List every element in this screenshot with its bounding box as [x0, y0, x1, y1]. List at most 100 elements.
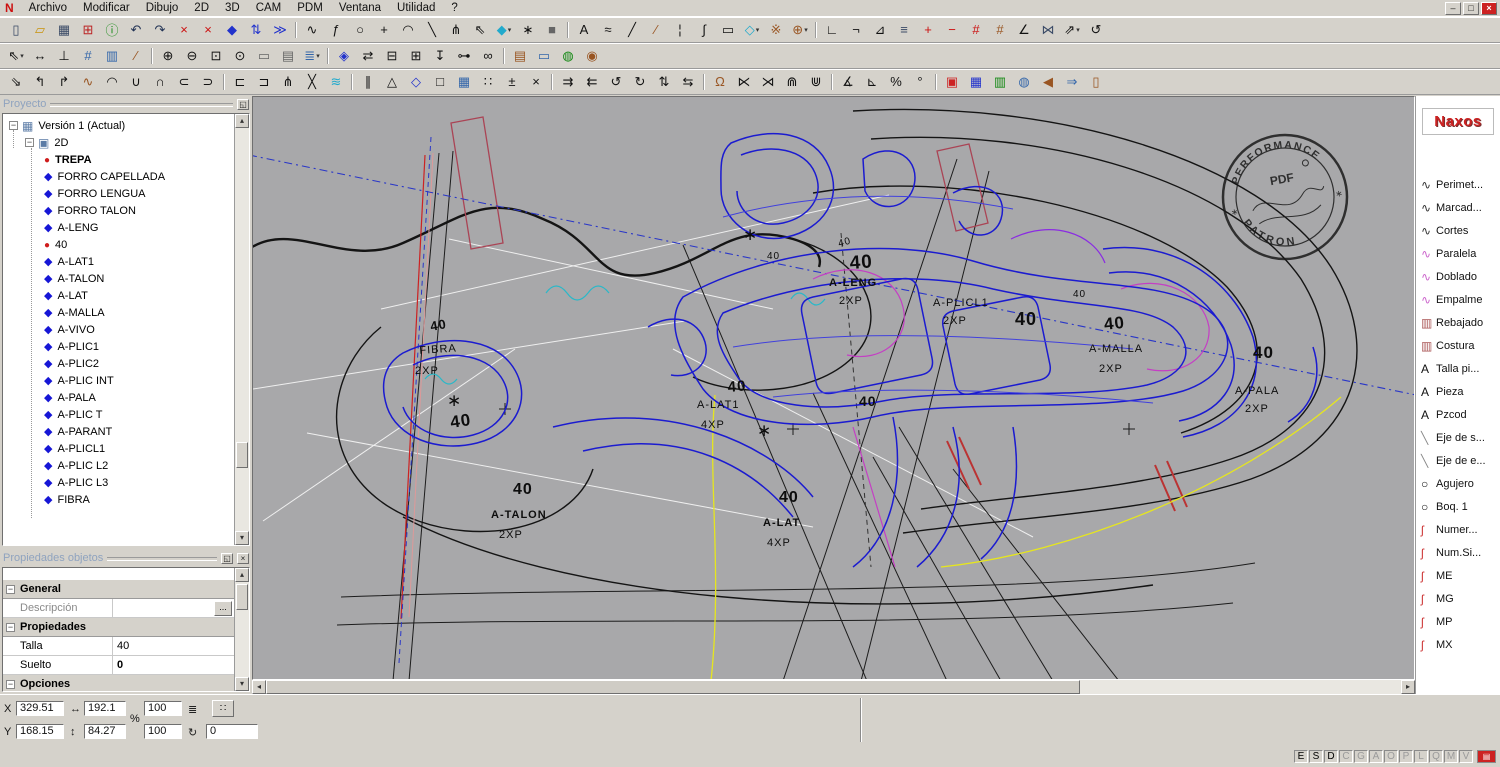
mode-toggle[interactable]: P	[1399, 750, 1413, 763]
reset-button[interactable]: ↺▾	[1084, 19, 1108, 41]
tree-item[interactable]: − FORRO TALON	[7, 202, 249, 219]
divide-button[interactable]: ⋓▾	[804, 71, 828, 93]
del-node-button[interactable]: −▾	[940, 19, 964, 41]
vertical-button[interactable]: ⇅▾	[652, 71, 676, 93]
dia-button[interactable]: ◇▾	[404, 71, 428, 93]
tree-item[interactable]: − A-PLIC L2	[7, 457, 249, 474]
play-button[interactable]: ◀▾	[1036, 71, 1060, 93]
rotate-right-button[interactable]: ↻▾	[628, 71, 652, 93]
grid-button[interactable]: ▦▾	[452, 71, 476, 93]
text-tool[interactable]: A▾	[572, 19, 596, 41]
toolbar-separator[interactable]: ▾	[220, 71, 228, 93]
corner2-tool[interactable]: ¬▾	[844, 19, 868, 41]
tool-item[interactable]: ▥ Rebajado	[1416, 311, 1500, 334]
delete-button[interactable]: ×▾	[196, 19, 220, 41]
angle-button[interactable]: ∠▾	[1012, 19, 1036, 41]
ruler-button[interactable]: ▭▾	[252, 45, 276, 67]
tool-item[interactable]: A Pzcod	[1416, 403, 1500, 426]
tree-item[interactable]: − FORRO LENGUA	[7, 185, 249, 202]
close-button[interactable]: ×	[1481, 1, 1497, 15]
tree-item[interactable]: − A-VIVO	[7, 321, 249, 338]
bracket-button[interactable]: ⊏▾	[228, 71, 252, 93]
join-left-button[interactable]: ⋉▾	[732, 71, 756, 93]
zoom-y-field[interactable]: 100	[144, 724, 182, 739]
rhombus-tool[interactable]: ◇ ▾	[740, 19, 764, 41]
toolbar-separator[interactable]: ▾	[812, 19, 820, 41]
grid-settings-button[interactable]: ∷	[212, 700, 234, 717]
mode-toggle[interactable]: S	[1309, 750, 1323, 763]
menu-item[interactable]: 3D	[217, 1, 248, 15]
tool-item[interactable]: ʃ ME	[1416, 564, 1500, 587]
jump-button[interactable]: ⇗ ▾	[1060, 19, 1084, 41]
mode-toggle[interactable]: E	[1294, 750, 1308, 763]
cross-button[interactable]: ╳▾	[300, 71, 324, 93]
toolbar-separator[interactable]: ▾	[324, 45, 332, 67]
forward-button[interactable]: ⇒▾	[1060, 71, 1084, 93]
tree-item[interactable]: − FORRO CAPELLADA	[7, 168, 249, 185]
property-row[interactable]: − General	[3, 580, 234, 599]
float-panel-icon[interactable]: ◱	[237, 98, 249, 110]
arc2-button[interactable]: ◠▾	[100, 71, 124, 93]
union-button[interactable]: ∪▾	[124, 71, 148, 93]
line-tool[interactable]: ╲▾	[420, 19, 444, 41]
menu-item[interactable]: Modificar	[75, 1, 138, 15]
database-button[interactable]: ⊞▾	[76, 19, 100, 41]
ripple-button[interactable]: ≋▾	[324, 71, 348, 93]
perp-button[interactable]: ⊥▾	[52, 45, 76, 67]
secure-button[interactable]: ◉▾	[580, 45, 604, 67]
properties-scrollbar[interactable]: ▴ ▾	[234, 568, 249, 691]
mode-toggle[interactable]: C	[1339, 750, 1353, 763]
globe-button[interactable]: ◍▾	[556, 45, 580, 67]
cut-button[interactable]: ×▾	[172, 19, 196, 41]
piece-tool[interactable]: ◆ ▾	[492, 19, 516, 41]
tree-item[interactable]: − A-LENG	[7, 219, 249, 236]
toolbar-separator[interactable]: ▾	[500, 45, 508, 67]
target-tool[interactable]: ⊕ ▾	[788, 19, 812, 41]
tree-item[interactable]: − A-PLIC L3	[7, 474, 249, 491]
exchange-button[interactable]: ⇄▾	[356, 45, 380, 67]
collapse-icon[interactable]: −	[25, 138, 34, 147]
point-tool[interactable]: +▾	[372, 19, 396, 41]
tool-item[interactable]: ʃ MG	[1416, 587, 1500, 610]
star-tool[interactable]: ∗▾	[516, 19, 540, 41]
tool-item[interactable]: ∿ Perimet...	[1416, 173, 1500, 196]
property-value-field[interactable]: 0	[112, 656, 234, 674]
fast-fwd-button[interactable]: ⇉▾	[556, 71, 580, 93]
mode-toggle[interactable]: V	[1459, 750, 1473, 763]
pen2-button[interactable]: ∕▾	[124, 45, 148, 67]
spline-tool[interactable]: ∿▾	[300, 19, 324, 41]
wave-button[interactable]: ∿▾	[76, 71, 100, 93]
tree-item[interactable]: − TREPA	[7, 151, 249, 168]
tree-item[interactable]: − A-PLIC INT	[7, 372, 249, 389]
tool-item[interactable]: ʃ Num.Si...	[1416, 541, 1500, 564]
arc-tool[interactable]: ◠▾	[396, 19, 420, 41]
omega-button[interactable]: Ω▾	[708, 71, 732, 93]
swap-button[interactable]: ⇅▾	[244, 19, 268, 41]
collapse-icon[interactable]: −	[6, 622, 15, 632]
tree-item[interactable]: − A-PARANT	[7, 423, 249, 440]
rect-tool[interactable]: ▭▾	[716, 19, 740, 41]
menu-item[interactable]: Ventana	[331, 1, 389, 15]
collapse-icon[interactable]: −	[6, 679, 15, 689]
edit-scale-icon[interactable]: ≣	[188, 703, 197, 716]
rewind-button[interactable]: ⇇▾	[580, 71, 604, 93]
toolbar-separator[interactable]: ▾	[348, 71, 356, 93]
tool-item[interactable]: ╲ Eje de s...	[1416, 426, 1500, 449]
mode-toggle[interactable]: G	[1354, 750, 1368, 763]
open-right-button[interactable]: ⊃▾	[196, 71, 220, 93]
horizontal-button[interactable]: ⇆▾	[676, 71, 700, 93]
smooth-tool[interactable]: ≈▾	[596, 19, 620, 41]
close-icon[interactable]: ×	[237, 552, 249, 564]
scrollbar-track[interactable]	[1080, 680, 1401, 694]
branch2-button[interactable]: ↱▾	[52, 71, 76, 93]
pen-tool[interactable]: ∕▾	[644, 19, 668, 41]
tool-item[interactable]: ▥ Costura	[1416, 334, 1500, 357]
tool-item[interactable]: A Pieza	[1416, 380, 1500, 403]
corner-tool[interactable]: ∟▾	[820, 19, 844, 41]
archive-button[interactable]: ▯▾	[1084, 71, 1108, 93]
menu-item[interactable]: CAM	[248, 1, 290, 15]
hash-button[interactable]: #▾	[964, 19, 988, 41]
mode-toggle[interactable]: D	[1324, 750, 1338, 763]
tree-scrollbar[interactable]: ▴ ▾	[234, 114, 249, 545]
tree-item[interactable]: − A-TALON	[7, 270, 249, 287]
